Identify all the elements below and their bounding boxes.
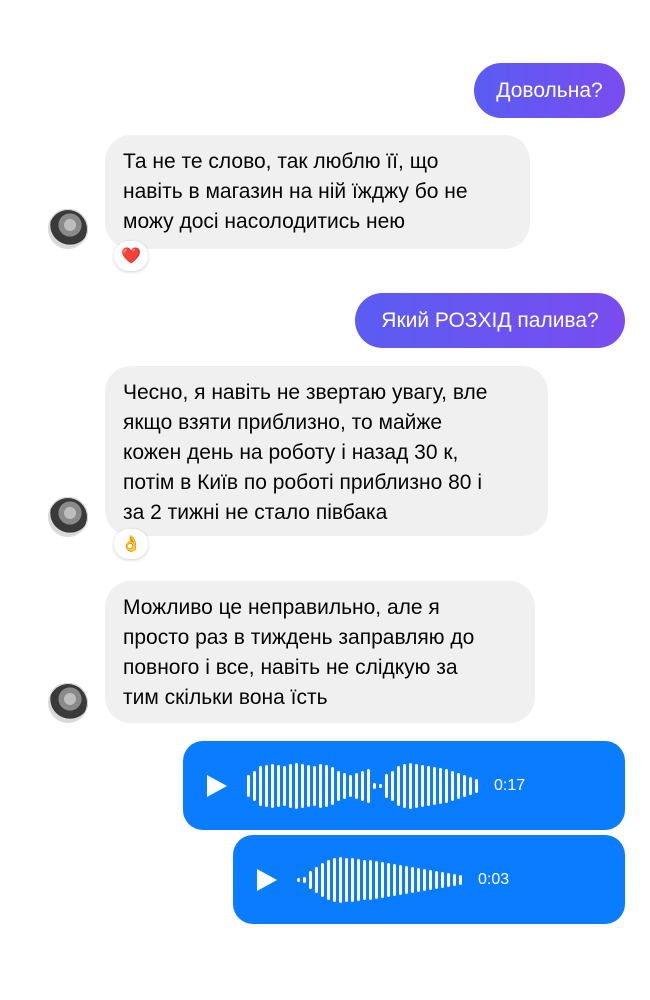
waveform-bar xyxy=(387,862,390,897)
waveform-bar xyxy=(265,764,268,807)
waveform-bar xyxy=(301,763,304,808)
waveform-bar xyxy=(319,763,322,808)
waveform-bar xyxy=(303,876,306,883)
waveform-bar xyxy=(259,765,262,806)
waveform-bar xyxy=(271,763,274,808)
waveform-bar xyxy=(475,778,478,793)
waveform-bar xyxy=(381,861,384,898)
waveform-bar xyxy=(367,768,370,803)
message-line: можу досі насолодитись нею xyxy=(123,210,406,233)
waveform[interactable] xyxy=(297,850,462,910)
waveform-bar xyxy=(349,774,352,797)
waveform-bar xyxy=(457,772,460,799)
message-line: навіть в магазин на ній їжджу бо не xyxy=(123,180,468,203)
waveform-bar xyxy=(309,870,312,889)
waveform-bar xyxy=(453,873,456,886)
waveform-bar xyxy=(415,763,418,808)
waveform-bar xyxy=(339,856,342,903)
waveform-bar xyxy=(363,859,366,900)
incoming-message[interactable]: Чесно, я навіть не звертаю увагу, вле як… xyxy=(105,366,548,536)
waveform-bar xyxy=(321,862,324,897)
voice-duration: 0:03 xyxy=(478,870,510,888)
waveform-bar xyxy=(345,857,348,902)
waveform-bar xyxy=(289,763,292,808)
waveform-bar xyxy=(463,774,466,797)
waveform-bar xyxy=(391,770,394,801)
waveform-bar xyxy=(295,762,298,809)
outgoing-message[interactable]: Який РОЗХІД палива? xyxy=(355,293,625,348)
waveform-bar xyxy=(297,877,300,882)
waveform-bar xyxy=(361,770,364,801)
waveform-bar xyxy=(417,867,420,892)
incoming-message[interactable]: Та не те слово, так люблю її, що навіть … xyxy=(105,135,530,249)
message-line: потім в Київ по роботі приблизно 80 і xyxy=(123,471,482,494)
waveform-bar xyxy=(397,765,400,806)
waveform-bar xyxy=(379,783,382,788)
waveform-bar xyxy=(373,782,376,789)
waveform-bar xyxy=(327,859,330,900)
message-text: Який РОЗХІД палива? xyxy=(381,308,599,332)
voice-duration: 0:17 xyxy=(494,776,526,794)
waveform-bar xyxy=(325,764,328,807)
waveform-bar xyxy=(277,764,280,807)
waveform-bar xyxy=(459,874,462,885)
message-text: Довольна? xyxy=(496,78,603,102)
waveform-bar xyxy=(247,774,250,797)
message-line: якщо взяти приблизно, то майже xyxy=(123,411,443,434)
message-line: Чесно, я навіть не звертаю увагу, вле xyxy=(123,381,488,404)
message-line: за 2 тижні не стало півбака xyxy=(123,501,388,524)
waveform-bar xyxy=(369,859,372,900)
incoming-message[interactable]: Можливо це неправильно, але я просто раз… xyxy=(105,581,535,723)
waveform-bar xyxy=(331,766,334,805)
play-icon[interactable] xyxy=(257,868,277,891)
waveform-bar xyxy=(451,770,454,801)
waveform-bar xyxy=(307,764,310,807)
voice-message[interactable]: 0:03 xyxy=(233,835,625,924)
message-line: тим скільки вона їсть xyxy=(123,686,328,709)
waveform-bar xyxy=(283,765,286,806)
contact-avatar[interactable] xyxy=(48,497,88,537)
waveform-bar xyxy=(343,772,346,799)
message-line: кожен день на роботу і назад 30 к, xyxy=(123,441,459,464)
waveform-bar xyxy=(433,766,436,805)
contact-avatar[interactable] xyxy=(48,209,88,249)
waveform-bar xyxy=(439,767,442,804)
waveform-bar xyxy=(315,866,318,893)
waveform-bar xyxy=(441,871,444,888)
waveform-bar xyxy=(429,869,432,890)
message-line: Можливо це неправильно, але я xyxy=(123,596,440,619)
outgoing-message[interactable]: Довольна? xyxy=(474,63,625,118)
waveform-bar xyxy=(411,866,414,893)
waveform-bar xyxy=(253,770,256,801)
waveform-bar xyxy=(357,858,360,901)
waveform-bar xyxy=(351,857,354,902)
waveform-bar xyxy=(445,768,448,803)
message-line: просто раз в тиждень заправляю до xyxy=(123,626,475,649)
waveform-bar xyxy=(399,864,402,895)
waveform-bar xyxy=(469,776,472,795)
waveform-bar xyxy=(405,865,408,894)
voice-message[interactable]: 0:17 xyxy=(183,741,625,830)
waveform-bar xyxy=(427,765,430,806)
waveform-bar xyxy=(409,762,412,809)
waveform-bar xyxy=(375,860,378,899)
waveform-bar xyxy=(435,870,438,889)
waveform-bar xyxy=(355,772,358,799)
waveform[interactable] xyxy=(247,756,478,816)
waveform-bar xyxy=(313,765,316,806)
reaction-heart-icon[interactable]: ❤️ xyxy=(114,241,148,271)
waveform-bar xyxy=(421,764,424,807)
message-line: повного і все, навіть не слідкую за xyxy=(123,656,458,679)
reaction-ok-hand-icon[interactable]: 👌 xyxy=(114,529,148,559)
play-icon[interactable] xyxy=(207,774,227,797)
waveform-bar xyxy=(403,763,406,808)
message-line: Та не те слово, так люблю її, що xyxy=(123,150,439,173)
waveform-bar xyxy=(385,773,388,798)
waveform-bar xyxy=(337,770,340,801)
waveform-bar xyxy=(423,868,426,891)
waveform-bar xyxy=(393,863,396,896)
contact-avatar[interactable] xyxy=(48,683,88,723)
waveform-bar xyxy=(333,857,336,902)
waveform-bar xyxy=(447,872,450,887)
